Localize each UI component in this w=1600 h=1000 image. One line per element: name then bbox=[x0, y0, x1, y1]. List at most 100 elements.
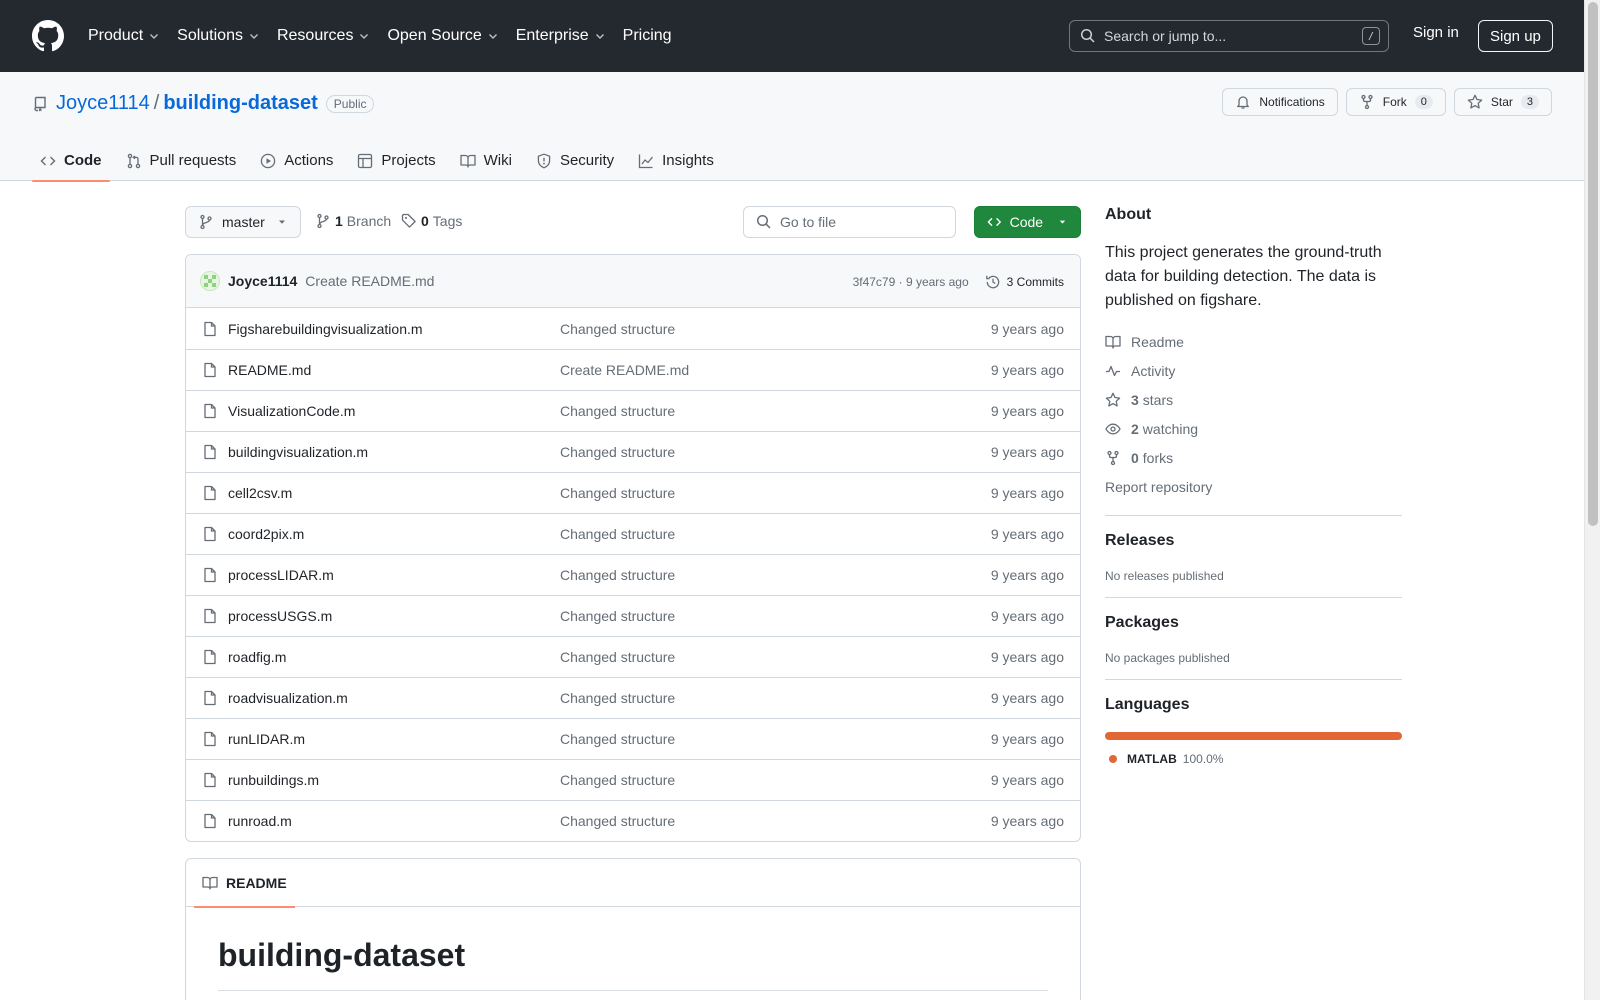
star-button[interactable]: Star 3 bbox=[1453, 88, 1552, 116]
language-item[interactable]: MATLAB 100.0% bbox=[1105, 752, 1402, 766]
file-name[interactable]: Figsharebuildingvisualization.m bbox=[228, 321, 423, 337]
avatar[interactable] bbox=[200, 271, 220, 291]
file-commit-message[interactable]: Changed structure bbox=[560, 608, 675, 624]
forks-link[interactable]: 0 forks bbox=[1105, 443, 1402, 472]
latest-commit-row: Joyce1114 Create README.md 3f47c79 · 9 y… bbox=[186, 255, 1080, 308]
tab-wiki[interactable]: Wiki bbox=[452, 140, 520, 181]
search-placeholder: Search or jump to... bbox=[1104, 28, 1227, 44]
tab-insights[interactable]: Insights bbox=[630, 140, 722, 181]
commit-hash-time[interactable]: 3f47c79 · 9 years ago bbox=[853, 275, 969, 289]
file-commit-message[interactable]: Changed structure bbox=[560, 403, 675, 419]
file-name[interactable]: VisualizationCode.m bbox=[228, 403, 355, 419]
file-row[interactable]: README.md Create README.md 9 years ago bbox=[186, 349, 1080, 390]
file-commit-message[interactable]: Create README.md bbox=[560, 362, 689, 378]
tags-link[interactable]: 0 Tags bbox=[401, 213, 462, 229]
watching-link[interactable]: 2 watching bbox=[1105, 414, 1402, 443]
file-row[interactable]: processUSGS.m Changed structure 9 years … bbox=[186, 595, 1080, 636]
file-name[interactable]: coord2pix.m bbox=[228, 526, 304, 542]
language-bar bbox=[1105, 732, 1402, 740]
go-to-file-input[interactable]: Go to file bbox=[743, 206, 956, 238]
file-icon bbox=[204, 649, 216, 665]
file-name[interactable]: buildingvisualization.m bbox=[228, 444, 368, 460]
packages-heading[interactable]: Packages bbox=[1105, 614, 1402, 632]
scrollbar-thumb[interactable] bbox=[1588, 2, 1598, 526]
file-name[interactable]: README.md bbox=[228, 362, 311, 378]
file-icon bbox=[204, 321, 216, 336]
table-icon bbox=[358, 153, 373, 168]
file-name[interactable]: roadvisualization.m bbox=[228, 690, 348, 706]
page-scrollbar[interactable] bbox=[1584, 0, 1600, 1000]
tab-projects[interactable]: Projects bbox=[349, 140, 443, 181]
nav-product[interactable]: Product bbox=[88, 27, 160, 45]
file-commit-message[interactable]: Changed structure bbox=[560, 526, 675, 542]
branch-select-button[interactable]: master bbox=[185, 206, 301, 238]
nav-solutions[interactable]: Solutions bbox=[177, 27, 260, 45]
code-dropdown-button[interactable]: Code bbox=[974, 206, 1081, 238]
file-icon bbox=[204, 485, 216, 501]
tab-pull-requests[interactable]: Pull requests bbox=[118, 140, 245, 181]
file-row[interactable]: cell2csv.m Changed structure 9 years ago bbox=[186, 472, 1080, 513]
file-row[interactable]: coord2pix.m Changed structure 9 years ag… bbox=[186, 513, 1080, 554]
notifications-button[interactable]: Notifications bbox=[1222, 88, 1338, 116]
file-commit-message[interactable]: Changed structure bbox=[560, 444, 675, 460]
file-list: Joyce1114 Create README.md 3f47c79 · 9 y… bbox=[185, 254, 1081, 842]
file-row[interactable]: processLIDAR.m Changed structure 9 years… bbox=[186, 554, 1080, 595]
file-icon bbox=[204, 526, 216, 542]
fork-button[interactable]: Fork 0 bbox=[1345, 88, 1446, 116]
nav-open-source[interactable]: Open Source bbox=[387, 27, 498, 45]
star-icon bbox=[1467, 94, 1483, 109]
readme-tab[interactable]: README bbox=[194, 859, 295, 908]
file-row[interactable]: VisualizationCode.m Changed structure 9 … bbox=[186, 390, 1080, 431]
file-commit-message[interactable]: Changed structure bbox=[560, 772, 675, 788]
file-row[interactable]: roadfig.m Changed structure 9 years ago bbox=[186, 636, 1080, 677]
file-row[interactable]: runbuildings.m Changed structure 9 years… bbox=[186, 759, 1080, 800]
pulse-icon bbox=[1106, 365, 1120, 376]
file-commit-message[interactable]: Changed structure bbox=[560, 813, 675, 829]
github-logo-icon[interactable] bbox=[32, 20, 64, 52]
file-commit-message[interactable]: Changed structure bbox=[560, 321, 675, 337]
file-row[interactable]: buildingvisualization.m Changed structur… bbox=[186, 431, 1080, 472]
commits-link[interactable]: 3 Commits bbox=[985, 274, 1064, 290]
nav-enterprise[interactable]: Enterprise bbox=[516, 27, 606, 45]
file-age: 9 years ago bbox=[990, 608, 1064, 624]
file-row[interactable]: runroad.m Changed structure 9 years ago bbox=[186, 800, 1080, 841]
repo-name-link[interactable]: building-dataset bbox=[163, 92, 317, 115]
file-name[interactable]: runroad.m bbox=[228, 813, 292, 829]
readme-link[interactable]: Readme bbox=[1105, 327, 1402, 356]
file-name[interactable]: roadfig.m bbox=[228, 649, 286, 665]
fork-icon bbox=[1361, 94, 1373, 110]
file-commit-message[interactable]: Changed structure bbox=[560, 731, 675, 747]
commit-author[interactable]: Joyce1114 bbox=[228, 273, 297, 289]
file-name[interactable]: runLIDAR.m bbox=[228, 731, 305, 747]
sign-up-button[interactable]: Sign up bbox=[1478, 20, 1553, 52]
nav-resources[interactable]: Resources bbox=[277, 27, 370, 45]
branch-icon bbox=[317, 213, 329, 229]
file-row[interactable]: roadvisualization.m Changed structure 9 … bbox=[186, 677, 1080, 718]
commit-message[interactable]: Create README.md bbox=[305, 273, 434, 289]
file-commit-message[interactable]: Changed structure bbox=[560, 649, 675, 665]
shield-icon bbox=[537, 153, 551, 168]
releases-heading[interactable]: Releases bbox=[1105, 532, 1402, 550]
repo-owner-link[interactable]: Joyce1114 bbox=[56, 92, 150, 115]
sign-in-link[interactable]: Sign in bbox=[1413, 24, 1459, 41]
book-icon bbox=[202, 876, 218, 890]
file-commit-message[interactable]: Changed structure bbox=[560, 690, 675, 706]
file-commit-message[interactable]: Changed structure bbox=[560, 567, 675, 583]
activity-link[interactable]: Activity bbox=[1105, 356, 1402, 385]
tab-security[interactable]: Security bbox=[528, 140, 622, 181]
file-name[interactable]: processUSGS.m bbox=[228, 608, 332, 624]
file-row[interactable]: Figsharebuildingvisualization.m Changed … bbox=[186, 308, 1080, 349]
file-commit-message[interactable]: Changed structure bbox=[560, 485, 675, 501]
branches-link[interactable]: 1 Branch bbox=[315, 213, 391, 229]
file-name[interactable]: runbuildings.m bbox=[228, 772, 319, 788]
tab-actions[interactable]: Actions bbox=[252, 140, 341, 181]
nav-pricing[interactable]: Pricing bbox=[623, 27, 672, 45]
packages-empty-text: No packages published bbox=[1105, 651, 1230, 665]
search-input[interactable]: Search or jump to... / bbox=[1069, 20, 1389, 52]
tab-code[interactable]: Code bbox=[32, 140, 110, 182]
stars-link[interactable]: 3 stars bbox=[1105, 385, 1402, 414]
report-repository-link[interactable]: Report repository bbox=[1105, 472, 1402, 501]
file-name[interactable]: processLIDAR.m bbox=[228, 567, 334, 583]
file-name[interactable]: cell2csv.m bbox=[228, 485, 292, 501]
file-row[interactable]: runLIDAR.m Changed structure 9 years ago bbox=[186, 718, 1080, 759]
